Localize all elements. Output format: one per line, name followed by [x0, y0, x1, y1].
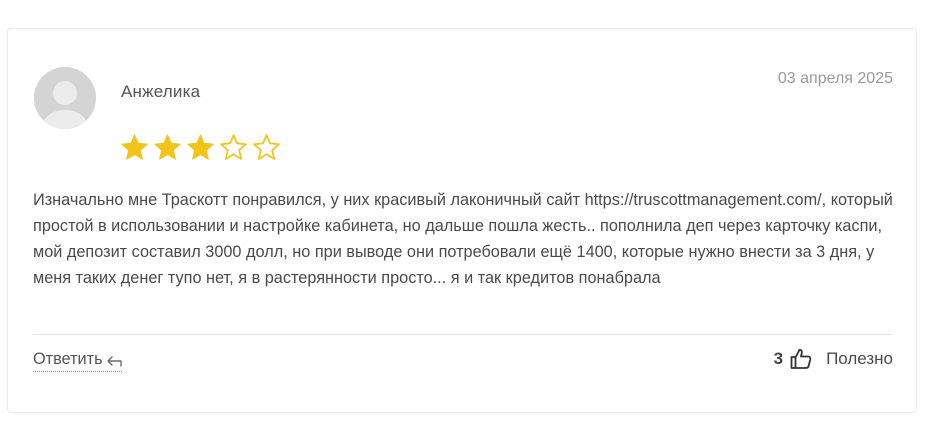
reply-arrow-icon	[106, 355, 122, 367]
thumbs-up-icon[interactable]	[789, 347, 813, 371]
helpful-button[interactable]: Полезно	[826, 349, 893, 369]
star-filled-icon	[187, 134, 214, 160]
helpful-block: 3 Полезно	[774, 347, 893, 371]
reply-label: Ответить	[33, 350, 103, 368]
rating-stars	[120, 133, 281, 162]
divider	[33, 334, 893, 335]
star-empty-icon	[220, 134, 247, 160]
review-text: Изначально мне Трaскотт понравился, у ни…	[33, 191, 893, 287]
user-placeholder-icon	[34, 67, 96, 129]
star-empty-icon	[253, 134, 280, 160]
reply-button[interactable]: Ответить	[33, 350, 122, 372]
avatar	[34, 67, 96, 129]
star-filled-icon	[121, 134, 148, 160]
review-author: Анжелика	[121, 82, 201, 101]
star-filled-icon	[154, 134, 181, 160]
review-date: 03 апреля 2025	[777, 70, 893, 87]
review-card: Анжелика 03 апреля 2025 Изначально мне Т…	[7, 28, 917, 413]
helpful-count: 3	[773, 349, 784, 368]
